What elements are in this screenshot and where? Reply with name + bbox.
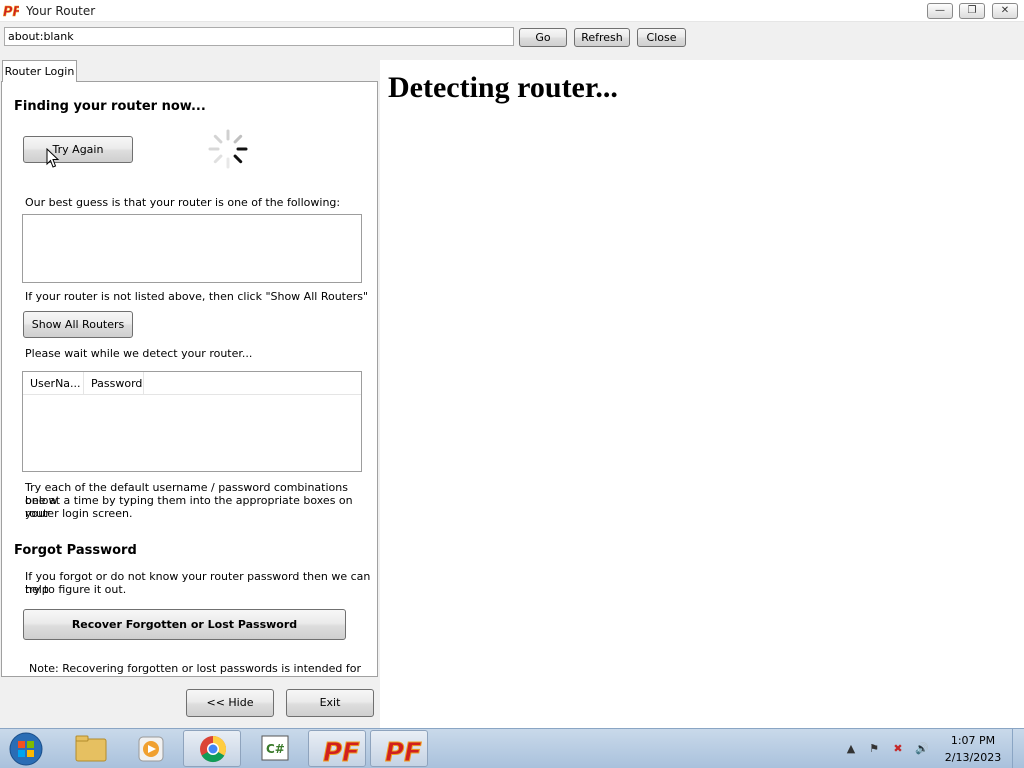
app-logo-icon: PF	[3, 5, 19, 19]
exit-button[interactable]: Exit	[286, 689, 374, 717]
csharp-icon: C#	[261, 735, 289, 761]
forgot-password-heading: Forgot Password	[14, 543, 137, 558]
url-input[interactable]	[4, 27, 514, 46]
detecting-heading: Detecting router...	[388, 71, 618, 104]
maximize-button[interactable]: ❐	[959, 3, 985, 19]
column-username[interactable]: UserNa...	[23, 372, 84, 395]
not-listed-label: If your router is not listed above, then…	[25, 290, 369, 303]
volume-icon[interactable]: 🔊	[915, 742, 929, 756]
wait-label: Please wait while we detect your router.…	[25, 347, 253, 360]
start-button-icon[interactable]	[6, 731, 46, 767]
mouse-cursor-icon	[46, 148, 60, 168]
folder-icon	[75, 735, 107, 762]
svg-text:PF: PF	[323, 738, 360, 768]
close-button[interactable]: Close	[637, 28, 686, 47]
clock-date[interactable]: 2/13/2023	[938, 751, 1008, 764]
chrome-icon	[200, 735, 227, 763]
svg-text:PF: PF	[385, 738, 422, 768]
try-again-button[interactable]: Try Again	[23, 136, 133, 163]
title-bar: PF Your Router — ❐ ✕	[0, 0, 1024, 22]
best-guess-label: Our best guess is that your router is on…	[25, 196, 341, 209]
browser-view: Detecting router...	[380, 60, 1024, 728]
close-window-button[interactable]: ✕	[992, 3, 1018, 19]
refresh-button[interactable]: Refresh	[574, 28, 630, 47]
column-password[interactable]: Password	[84, 372, 144, 395]
credentials-list[interactable]: UserNa... Password	[22, 371, 362, 472]
action-center-icon[interactable]: ⚑	[867, 742, 881, 756]
instructions-line-3: router login screen.	[25, 507, 133, 520]
show-hidden-icons-icon[interactable]: ▲	[844, 742, 858, 756]
minimize-button[interactable]: —	[927, 3, 953, 19]
taskbar: C# PF PF ▲ ⚑ ✖ 🔊 1:07 PM 2/13/2023	[0, 728, 1024, 768]
forgot-line-2: try to figure it out.	[25, 583, 127, 596]
svg-text:PF: PF	[3, 5, 19, 19]
media-player-icon	[138, 736, 164, 762]
recover-note: Note: Recovering forgotten or lost passw…	[29, 662, 361, 676]
network-icon[interactable]: ✖	[891, 742, 905, 756]
recover-password-button[interactable]: Recover Forgotten or Lost Password	[23, 609, 346, 640]
clock-time[interactable]: 1:07 PM	[938, 734, 1008, 747]
taskbar-media-player[interactable]	[123, 730, 181, 767]
show-all-routers-button[interactable]: Show All Routers	[23, 311, 133, 338]
taskbar-chrome[interactable]	[183, 730, 241, 767]
portforward-icon: PF	[385, 738, 423, 768]
tab-router-login[interactable]: Router Login	[2, 60, 77, 82]
go-button[interactable]: Go	[519, 28, 567, 47]
loading-spinner-icon	[208, 129, 248, 169]
router-guess-list[interactable]	[22, 214, 362, 283]
credentials-header: UserNa... Password	[23, 372, 361, 395]
finding-heading: Finding your router now...	[14, 99, 206, 114]
taskbar-csharp[interactable]: C#	[246, 730, 304, 767]
router-login-panel: Finding your router now... Try Again Our…	[1, 81, 378, 677]
hide-button[interactable]: << Hide	[186, 689, 274, 717]
taskbar-portforward-2[interactable]: PF	[370, 730, 428, 768]
portforward-icon: PF	[323, 738, 361, 768]
svg-text:C#: C#	[266, 742, 285, 756]
taskbar-file-explorer[interactable]	[61, 730, 119, 767]
window-title: Your Router	[26, 4, 96, 18]
taskbar-portforward[interactable]: PF	[308, 730, 366, 768]
show-desktop-button[interactable]	[1012, 729, 1024, 768]
